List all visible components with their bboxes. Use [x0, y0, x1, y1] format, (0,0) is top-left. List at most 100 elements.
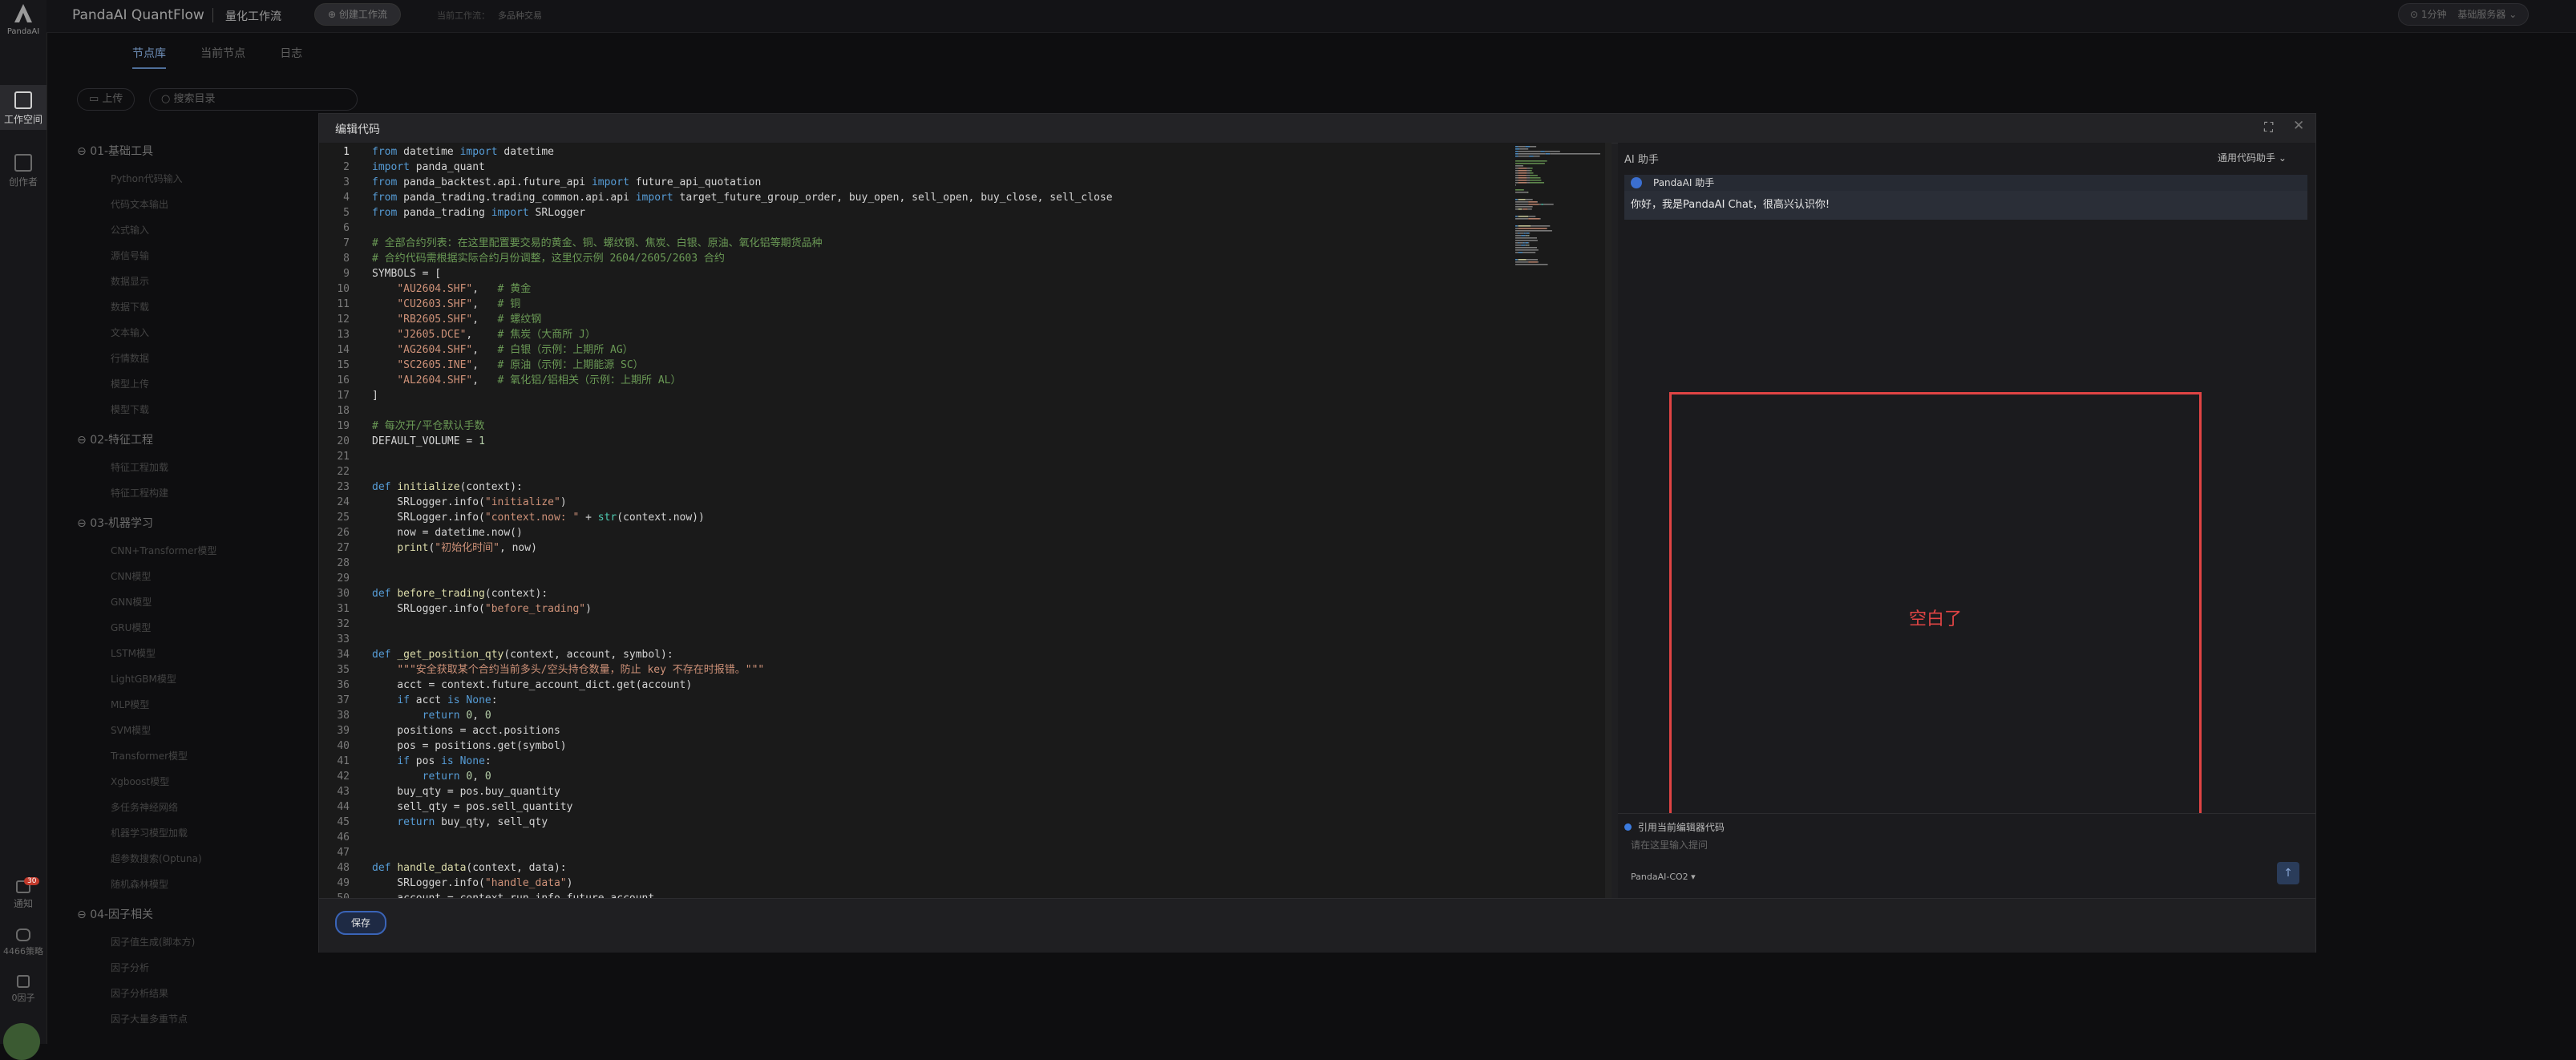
minimap-mark — [1515, 249, 1539, 251]
tab-current-node[interactable]: 当前节点 — [200, 45, 245, 67]
code-line: 28 — [319, 556, 1522, 571]
library-group[interactable]: ⊖ 03-机器学习 — [77, 515, 153, 531]
library-item[interactable]: GNN模型 — [111, 595, 152, 609]
code-token: , — [472, 771, 485, 783]
library-item[interactable]: Transformer模型 — [111, 749, 188, 763]
line-number: 34 — [337, 649, 350, 661]
library-item[interactable]: CNN+Transformer模型 — [111, 544, 216, 557]
library-item[interactable]: 数据下载 — [111, 300, 149, 314]
minimap-mark — [1525, 233, 1527, 234]
library-group[interactable]: ⊖ 02-特征工程 — [77, 431, 153, 447]
code-token: ) — [566, 877, 573, 889]
code-line: 30 def before_trading(context): — [319, 586, 1522, 601]
library-item[interactable]: 数据显示 — [111, 274, 149, 288]
minimap-mark — [1545, 153, 1551, 155]
minimap-mark — [1529, 233, 1531, 234]
model-select[interactable]: PandaAI-CO2 ▾ — [1631, 872, 1696, 882]
library-item[interactable]: 特征工程加载 — [111, 460, 168, 474]
search-input[interactable]: ○ 搜索目录 — [149, 88, 358, 111]
library-item[interactable]: 因子值生成(脚本方) — [111, 935, 195, 949]
minimap-mark — [1539, 218, 1541, 220]
rail-notifications[interactable]: 30 通知 — [0, 877, 47, 912]
code-token: account = context.run_info.future_accoun… — [372, 892, 654, 898]
library-item[interactable]: LightGBM模型 — [111, 672, 176, 686]
rail-creator[interactable]: 创作者 — [0, 154, 47, 194]
library-item[interactable]: LSTM模型 — [111, 646, 156, 660]
minimap-mark — [1518, 199, 1526, 200]
use-editor-code-toggle[interactable]: 引用当前编辑器代码 — [1624, 820, 1725, 834]
line-number: 36 — [337, 679, 350, 691]
rail-workspace[interactable]: 工作空间 — [0, 85, 47, 130]
code-token: target_future_group_order, buy_open, sel… — [673, 192, 1113, 204]
library-item[interactable]: SVM模型 — [111, 723, 151, 737]
tab-log[interactable]: 日志 — [280, 45, 302, 67]
close-icon[interactable]: ✕ — [2293, 118, 2304, 134]
avatar[interactable] — [3, 1023, 40, 1060]
send-button[interactable]: ↑ — [2277, 862, 2299, 884]
code-token: "context.now: " — [484, 512, 580, 524]
code-token: positions = acct.positions — [372, 725, 560, 737]
library-item[interactable]: 行情数据 — [111, 351, 149, 365]
library-group[interactable]: ⊖ 01-基础工具 — [77, 143, 153, 159]
library-item[interactable]: 机器学习模型加载 — [111, 826, 188, 840]
ai-assistant-panel: AI 助手 通用代码助手 ⌄ PandaAI 助手 你好，我是PandaAI C… — [1618, 143, 2315, 898]
minimap-mark — [1515, 237, 1537, 239]
code-editor[interactable]: 1 from datetime import datetime 2 import pa… — [319, 143, 1612, 898]
server-selector[interactable]: ⊙ 1分钟 基础服务器 ⌄ — [2398, 3, 2529, 26]
minimap-mark — [1527, 182, 1530, 184]
code-token: # 氧化铝/铝相关（示例：上期所 AL） — [497, 374, 681, 386]
rail-factors[interactable]: 0因子 — [0, 975, 47, 1007]
fullscreen-icon[interactable]: ⛶ — [2264, 119, 2273, 136]
code-line: 17] — [319, 388, 1522, 403]
minimap-mark — [1515, 228, 1519, 229]
code-minimap[interactable] — [1512, 143, 1612, 383]
signal-icon: ⊙ — [2410, 9, 2421, 20]
create-workflow-button[interactable]: ⊕ 创建工作流 — [314, 3, 401, 26]
minimap-mark — [1523, 252, 1536, 253]
library-item[interactable]: 源信号输 — [111, 249, 149, 262]
library-group[interactable]: ⊖ 04-因子相关 — [77, 906, 153, 922]
minimap-mark — [1515, 160, 1547, 162]
library-item[interactable]: GRU模型 — [111, 621, 151, 634]
library-item[interactable]: 公式输入 — [111, 223, 149, 237]
code-token: , — [472, 283, 498, 295]
library-item[interactable]: Python代码输入 — [111, 172, 183, 185]
code-token: None — [459, 755, 485, 767]
chat-input[interactable]: 请在这里输入提问 — [1631, 838, 2240, 854]
library-item[interactable]: 代码文本输出 — [111, 197, 168, 211]
library-item[interactable]: 因子大量多重节点 — [111, 1012, 188, 1026]
save-button[interactable]: 保存 — [335, 911, 386, 935]
library-item[interactable]: CNN模型 — [111, 569, 151, 583]
minimap-mark — [1515, 184, 1516, 186]
code-line: 21 — [319, 449, 1522, 464]
assistant-mode-select[interactable]: 通用代码助手 ⌄ — [2218, 151, 2287, 164]
rail-market[interactable]: 4466策略 — [0, 929, 47, 961]
minimap-mark — [1515, 180, 1519, 181]
library-item[interactable]: 模型下载 — [111, 403, 149, 416]
code-line: 46 — [319, 830, 1522, 845]
library-item[interactable]: 随机森林模型 — [111, 877, 168, 891]
chat-message: PandaAI 助手 你好，我是PandaAI Chat，很高兴认识你! — [1624, 175, 2307, 223]
line-number: 9 — [343, 268, 350, 280]
code-line: 14 "AG2604.SHF", # 白银（示例：上期所 AG） — [319, 342, 1522, 358]
library-item[interactable]: MLP模型 — [111, 698, 149, 711]
library-item[interactable]: 超参数搜索(Optuna) — [111, 852, 202, 865]
use-editor-code-label: 引用当前编辑器代码 — [1637, 822, 1725, 833]
library-item[interactable]: 因子分析 — [111, 961, 149, 974]
bot-greeting-text: 你好，我是PandaAI Chat，很高兴认识你! — [1631, 199, 1830, 211]
library-item[interactable]: 特征工程构建 — [111, 486, 168, 500]
tab-node-library[interactable]: 节点库 — [132, 45, 166, 69]
library-item[interactable]: 因子分析结果 — [111, 986, 168, 1000]
logo[interactable]: PandaAI — [0, 0, 47, 40]
code-token: ] — [372, 390, 378, 402]
code-line: 47 — [319, 845, 1522, 860]
code-token: return — [422, 771, 460, 783]
code-token: print — [397, 542, 429, 554]
library-item[interactable]: 模型上传 — [111, 377, 149, 390]
minimap-mark — [1550, 153, 1600, 155]
library-item[interactable]: 文本输入 — [111, 326, 149, 339]
library-item[interactable]: 多任务神经网络 — [111, 800, 178, 814]
upload-button[interactable]: ▭ 上传 — [77, 88, 135, 111]
line-number: 39 — [337, 725, 350, 737]
library-item[interactable]: Xgboost模型 — [111, 775, 169, 788]
